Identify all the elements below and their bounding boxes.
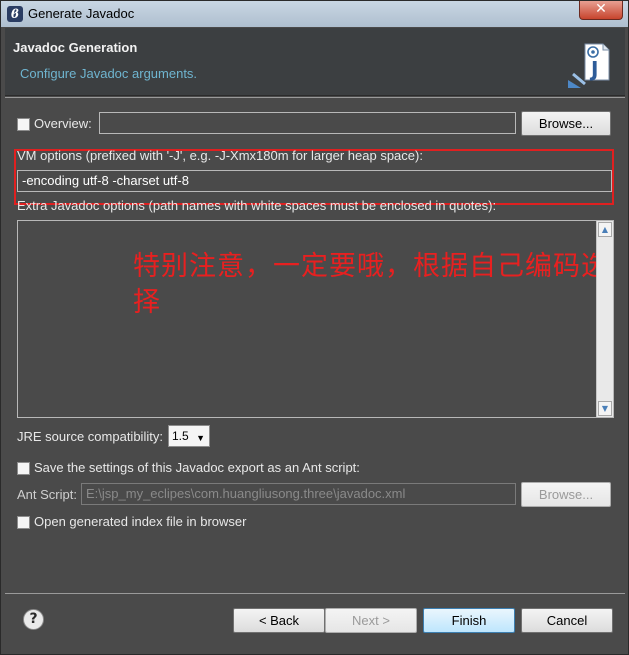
options-panel: Overview: Browse... VM options (prefixed…	[5, 102, 625, 588]
generate-javadoc-dialog: ϐ Generate Javadoc ✕ Javadoc Generation …	[0, 0, 629, 655]
javadoc-wizard-icon: J	[567, 42, 611, 88]
vm-options-label: VM options (prefixed with '-J', e.g. -J-…	[17, 148, 423, 163]
finish-button[interactable]: Finish	[423, 608, 515, 633]
extra-options-textarea[interactable]: 特别注意，一定要哦，根据自己编码选 择 ▲ ▼	[17, 220, 614, 418]
cancel-button[interactable]: Cancel	[521, 608, 613, 633]
overview-field[interactable]	[99, 112, 516, 134]
page-title: Javadoc Generation	[13, 40, 138, 55]
window-title: Generate Javadoc	[28, 6, 135, 21]
save-ant-checkbox[interactable]	[17, 462, 30, 475]
jre-label: JRE source compatibility:	[17, 429, 163, 444]
annotation-note: 特别注意，一定要哦，根据自己编码选 择	[133, 249, 627, 321]
title-bar[interactable]: ϐ Generate Javadoc ✕	[1, 1, 628, 27]
ant-script-label: Ant Script:	[17, 487, 77, 502]
close-button[interactable]: ✕	[579, 1, 623, 20]
extra-options-label: Extra Javadoc options (path names with w…	[17, 198, 497, 213]
open-index-label: Open generated index file in browser	[34, 514, 247, 529]
header-separator	[5, 97, 625, 98]
overview-checkbox[interactable]	[17, 118, 30, 131]
next-button[interactable]: Next >	[325, 608, 417, 633]
overview-browse-button[interactable]: Browse...	[521, 111, 611, 136]
annotation-line-1: 特别注意，一定要哦，根据自己编码选	[133, 251, 609, 282]
help-icon[interactable]: ?	[23, 609, 44, 630]
scroll-up-icon[interactable]: ▲	[598, 222, 612, 237]
ant-script-field[interactable]: E:\jsp_my_eclipes\com.huangliusong.three…	[81, 483, 516, 505]
page-subtitle: Configure Javadoc arguments.	[20, 66, 198, 81]
jre-select[interactable]: 1.5 ▼	[168, 425, 210, 447]
wizard-banner: Javadoc Generation Configure Javadoc arg…	[5, 28, 625, 96]
overview-label: Overview:	[34, 116, 92, 131]
save-ant-label: Save the settings of this Javadoc export…	[34, 460, 360, 475]
back-button[interactable]: < Back	[233, 608, 325, 633]
chevron-down-icon: ▼	[196, 433, 205, 443]
ant-browse-button[interactable]: Browse...	[521, 482, 611, 507]
vm-options-field[interactable]: -encoding utf-8 -charset utf-8	[17, 170, 612, 192]
open-index-checkbox[interactable]	[17, 516, 30, 529]
jre-value: 1.5	[172, 429, 189, 443]
footer-separator	[5, 593, 625, 594]
svg-text:J: J	[589, 57, 598, 81]
annotation-line-2: 择	[133, 287, 161, 318]
eclipse-icon: ϐ	[7, 6, 23, 22]
scroll-down-icon[interactable]: ▼	[598, 401, 612, 416]
vertical-scrollbar[interactable]: ▲ ▼	[596, 221, 613, 417]
